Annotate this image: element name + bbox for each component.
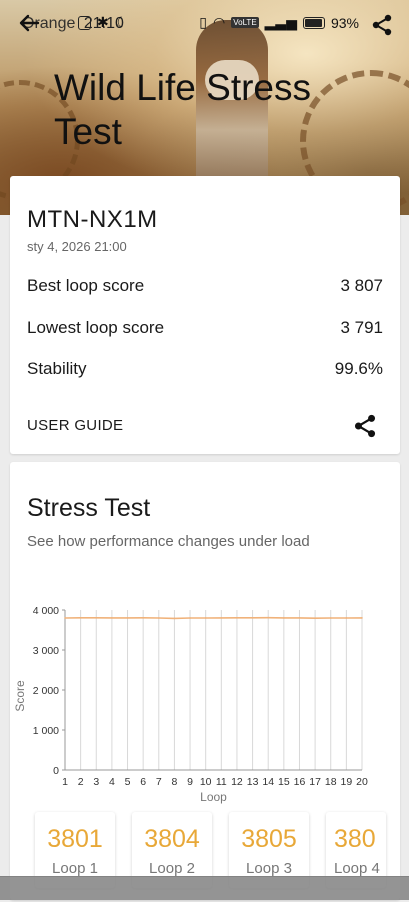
back-arrow-icon[interactable] bbox=[18, 12, 40, 39]
loop-label: Loop 2 bbox=[149, 860, 195, 877]
result-card: MTN-NX1M sty 4, 2026 21:00 Best loop sco… bbox=[10, 176, 400, 454]
loop-score: 3804 bbox=[144, 825, 200, 853]
stress-test-title: Stress Test bbox=[27, 494, 151, 522]
status-icons: ✱ ☾ ▯ ◠ VoLTE ▂▃▅ 93% bbox=[78, 14, 359, 31]
stability-value: 99.6% bbox=[334, 359, 383, 378]
y-tick-label: 0 bbox=[53, 765, 59, 777]
share-icon[interactable] bbox=[353, 414, 377, 443]
bluetooth-icon: ✱ bbox=[97, 14, 109, 30]
x-tick-label: 19 bbox=[341, 776, 353, 788]
wifi-icon: ◠ bbox=[213, 14, 226, 30]
data-point bbox=[361, 617, 363, 619]
y-tick-label: 4 000 bbox=[33, 605, 59, 617]
x-tick-label: 7 bbox=[156, 776, 162, 788]
x-tick-label: 2 bbox=[78, 776, 84, 788]
status-bar: Orange 21:10 ✱ ☾ ▯ ◠ VoLTE ▂▃▅ 93% bbox=[0, 0, 409, 48]
x-tick-label: 1 bbox=[62, 776, 68, 788]
x-tick-label: 8 bbox=[171, 776, 177, 788]
data-point bbox=[64, 617, 66, 619]
series-line bbox=[64, 616, 363, 620]
data-point bbox=[251, 617, 254, 619]
data-point bbox=[111, 617, 113, 619]
vibrate-icon: ▯ bbox=[199, 14, 208, 30]
stability-label: Stability bbox=[27, 359, 87, 378]
moon-icon: ☾ bbox=[114, 14, 128, 30]
data-point bbox=[298, 617, 301, 619]
loop-score: 3801 bbox=[47, 825, 103, 853]
x-tick-label: 20 bbox=[356, 776, 368, 788]
lowest-loop-label: Lowest loop score bbox=[27, 318, 165, 337]
data-point bbox=[189, 617, 191, 619]
stress-test-subtitle: See how performance changes under load bbox=[27, 533, 310, 550]
y-tick-label: 2 000 bbox=[33, 685, 59, 697]
x-axis-label: Loop bbox=[200, 790, 227, 804]
x-tick-label: 6 bbox=[140, 776, 146, 788]
y-tick-label: 1 000 bbox=[33, 725, 59, 737]
lowest-loop-value: 3 791 bbox=[340, 318, 383, 337]
x-tick-label: 3 bbox=[93, 776, 99, 788]
x-tick-label: 11 bbox=[216, 776, 227, 788]
loop-score: 380 bbox=[334, 825, 376, 853]
battery-percent: 93% bbox=[330, 14, 359, 31]
x-tick-label: 10 bbox=[200, 776, 212, 788]
data-point bbox=[95, 617, 98, 619]
page-title: Wild Life Stress Test bbox=[54, 67, 312, 152]
x-tick-label: 14 bbox=[262, 776, 274, 788]
x-tick-label: 13 bbox=[247, 776, 259, 788]
signal-icon: ▂▃▅ bbox=[264, 14, 297, 30]
data-point bbox=[314, 617, 316, 619]
device-name: MTN-NX1M bbox=[27, 206, 158, 233]
stress-test-card: Stress Test See how performance changes … bbox=[10, 462, 400, 900]
test-date: sty 4, 2026 21:00 bbox=[27, 239, 127, 254]
battery-icon bbox=[302, 16, 325, 29]
best-loop-label: Best loop score bbox=[27, 276, 145, 295]
data-point bbox=[236, 617, 238, 619]
data-point bbox=[220, 617, 223, 619]
data-point bbox=[345, 617, 348, 619]
x-tick-label: 4 bbox=[109, 776, 115, 788]
stress-chart: 1 2 3 4 5 6 7 8 9 10 11 12 13 14 15 16 17 18 19 2001 0002 0… bbox=[13, 605, 368, 804]
x-tick-label: 9 bbox=[187, 776, 193, 788]
data-point bbox=[142, 617, 144, 619]
data-point bbox=[157, 617, 160, 619]
gesture-bar[interactable] bbox=[0, 876, 409, 900]
lowest-loop-row: Lowest loop score 3 791 bbox=[27, 318, 383, 338]
x-tick-label: 18 bbox=[325, 776, 337, 788]
share-icon-top[interactable] bbox=[371, 14, 393, 41]
user-guide-link[interactable]: USER GUIDE bbox=[27, 417, 123, 434]
x-tick-label: 5 bbox=[125, 776, 131, 788]
loop-label: Loop 1 bbox=[52, 860, 98, 877]
data-point bbox=[267, 616, 270, 619]
x-tick-label: 15 bbox=[278, 776, 290, 788]
data-point bbox=[329, 617, 332, 619]
loop-label: Loop 3 bbox=[246, 860, 292, 877]
loop-score: 3805 bbox=[241, 825, 297, 853]
x-tick-label: 17 bbox=[309, 776, 321, 788]
stability-row: Stability 99.6% bbox=[27, 359, 383, 379]
x-tick-label: 12 bbox=[231, 776, 243, 788]
data-point bbox=[126, 617, 129, 619]
nfc-icon bbox=[78, 15, 91, 30]
y-axis-label: Score bbox=[13, 680, 27, 712]
data-point bbox=[173, 617, 176, 620]
best-loop-value: 3 807 bbox=[340, 276, 383, 295]
data-point bbox=[204, 617, 207, 619]
data-point bbox=[283, 617, 285, 619]
best-loop-row: Best loop score 3 807 bbox=[27, 276, 383, 296]
loop-label: Loop 4 bbox=[334, 860, 380, 877]
y-tick-label: 3 000 bbox=[33, 645, 59, 657]
x-tick-label: 16 bbox=[294, 776, 306, 788]
data-point bbox=[79, 617, 82, 619]
volte-badge: VoLTE bbox=[231, 17, 259, 28]
